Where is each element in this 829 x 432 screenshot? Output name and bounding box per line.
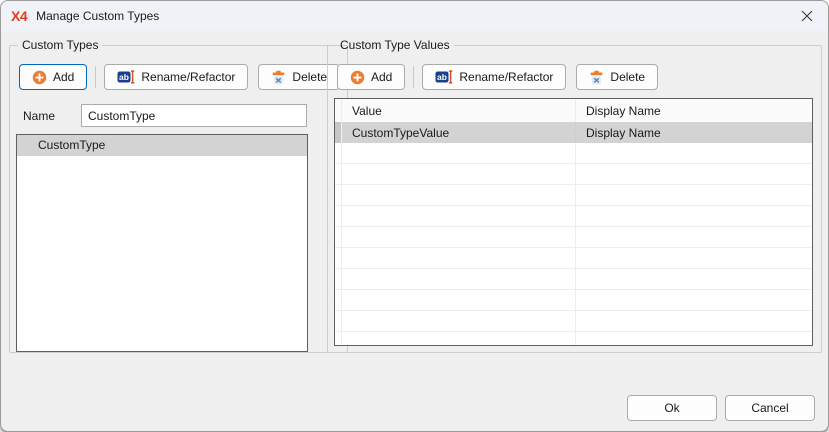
custom-type-values-table[interactable]: Value Display Name CustomTypeValue Displ… bbox=[334, 98, 813, 346]
add-button-label: Add bbox=[371, 70, 392, 84]
add-custom-type-value-button[interactable]: Add bbox=[337, 64, 405, 90]
close-button[interactable] bbox=[786, 1, 828, 31]
table-row-empty[interactable] bbox=[335, 206, 812, 227]
row-header-gutter bbox=[335, 248, 342, 268]
svg-text:ab: ab bbox=[119, 72, 129, 82]
row-header-gutter bbox=[335, 311, 342, 331]
delete-icon bbox=[271, 70, 286, 85]
name-row: Name bbox=[23, 104, 340, 127]
dialog-body: Custom Types Add bbox=[1, 31, 828, 432]
custom-types-group: Custom Types Add bbox=[9, 38, 348, 353]
delete-button-label: Delete bbox=[610, 70, 645, 84]
column-header-display-name[interactable]: Display Name bbox=[576, 99, 812, 122]
table-row-empty[interactable] bbox=[335, 290, 812, 311]
row-header-gutter bbox=[335, 227, 342, 247]
cell-display-name bbox=[576, 290, 812, 310]
table-row-empty[interactable] bbox=[335, 248, 812, 269]
list-item[interactable]: CustomType bbox=[17, 135, 307, 156]
row-header-gutter bbox=[335, 164, 342, 184]
table-row-empty[interactable] bbox=[335, 332, 812, 346]
row-header-gutter bbox=[335, 143, 342, 163]
cell-display-name bbox=[576, 311, 812, 331]
cell-display-name bbox=[576, 332, 812, 346]
name-label: Name bbox=[23, 109, 81, 123]
cell-value bbox=[342, 206, 576, 226]
rename-icon: ab bbox=[117, 70, 135, 84]
cell-display-name[interactable]: Display Name bbox=[576, 122, 812, 143]
cell-display-name bbox=[576, 227, 812, 247]
value-table-empty-rows bbox=[335, 143, 812, 346]
row-header-gutter bbox=[335, 290, 342, 310]
custom-type-values-group-title: Custom Type Values bbox=[336, 38, 454, 52]
table-row[interactable]: CustomTypeValue Display Name bbox=[335, 122, 812, 143]
cell-value bbox=[342, 164, 576, 184]
row-header-gutter bbox=[335, 269, 342, 289]
cell-value bbox=[342, 185, 576, 205]
cell-value[interactable]: CustomTypeValue bbox=[342, 122, 576, 143]
cell-value bbox=[342, 248, 576, 268]
cell-display-name bbox=[576, 206, 812, 226]
add-custom-type-button[interactable]: Add bbox=[19, 64, 87, 90]
add-icon bbox=[32, 70, 47, 85]
cell-value bbox=[342, 332, 576, 346]
name-input[interactable] bbox=[81, 104, 307, 127]
table-row-empty[interactable] bbox=[335, 227, 812, 248]
toolbar-separator bbox=[95, 66, 96, 88]
table-row-empty[interactable] bbox=[335, 185, 812, 206]
table-row-empty[interactable] bbox=[335, 143, 812, 164]
delete-custom-type-value-button[interactable]: Delete bbox=[576, 64, 658, 90]
column-header-value[interactable]: Value bbox=[342, 99, 576, 122]
cell-display-name bbox=[576, 143, 812, 163]
rename-refactor-custom-type-value-button[interactable]: ab Rename/Refactor bbox=[422, 64, 566, 90]
cell-display-name bbox=[576, 164, 812, 184]
custom-types-group-title: Custom Types bbox=[18, 38, 102, 52]
custom-type-values-toolbar: Add ab Rename/Refactor bbox=[337, 64, 814, 90]
cell-value bbox=[342, 227, 576, 247]
cell-value bbox=[342, 311, 576, 331]
rename-refactor-custom-type-button[interactable]: ab Rename/Refactor bbox=[104, 64, 248, 90]
svg-text:ab: ab bbox=[437, 72, 447, 82]
cell-value bbox=[342, 290, 576, 310]
ok-button[interactable]: Ok bbox=[627, 395, 717, 421]
row-header-gutter bbox=[335, 185, 342, 205]
cell-display-name bbox=[576, 248, 812, 268]
add-icon bbox=[350, 70, 365, 85]
table-row-empty[interactable] bbox=[335, 311, 812, 332]
table-row-empty[interactable] bbox=[335, 269, 812, 290]
toolbar-separator bbox=[413, 66, 414, 88]
row-header-gutter bbox=[335, 206, 342, 226]
table-row-empty[interactable] bbox=[335, 164, 812, 185]
rename-icon: ab bbox=[435, 70, 453, 84]
add-button-label: Add bbox=[53, 70, 74, 84]
rename-button-label: Rename/Refactor bbox=[459, 70, 553, 84]
custom-types-toolbar: Add ab Rename/Refactor bbox=[19, 64, 340, 90]
row-header-gutter bbox=[335, 332, 342, 346]
x4-logo: X4 bbox=[11, 8, 27, 24]
window-title: Manage Custom Types bbox=[36, 9, 159, 23]
cell-value bbox=[342, 269, 576, 289]
delete-icon bbox=[589, 70, 604, 85]
cell-display-name bbox=[576, 185, 812, 205]
rename-button-label: Rename/Refactor bbox=[141, 70, 235, 84]
close-icon bbox=[801, 10, 813, 22]
custom-types-list[interactable]: CustomType bbox=[16, 134, 308, 352]
title-bar: X4 Manage Custom Types bbox=[1, 1, 828, 31]
cancel-button[interactable]: Cancel bbox=[725, 395, 815, 421]
delete-button-label: Delete bbox=[292, 70, 327, 84]
row-header-gutter bbox=[335, 122, 342, 143]
table-header: Value Display Name bbox=[335, 99, 812, 122]
cell-value bbox=[342, 143, 576, 163]
manage-custom-types-dialog: X4 Manage Custom Types Custom Types bbox=[0, 0, 829, 432]
row-header-gutter bbox=[335, 99, 342, 122]
custom-type-values-group: Custom Type Values Add bbox=[327, 38, 822, 353]
cell-display-name bbox=[576, 269, 812, 289]
